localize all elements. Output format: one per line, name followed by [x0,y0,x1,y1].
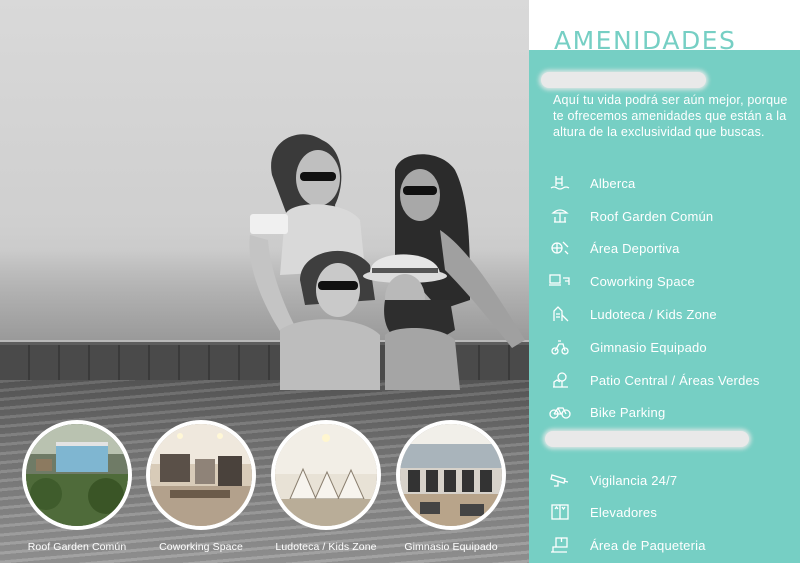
amenity-item-alberca: Alberca [549,173,799,193]
service-item-vigilancia: Vigilancia 24/7 [549,470,799,490]
elevator-icon [549,502,571,522]
pool-icon [549,173,571,193]
amenity-item-gym: Gimnasio Equipado [549,337,799,357]
panel-title: AMENIDADES [554,26,737,55]
amenity-label: Coworking Space [590,273,695,289]
sports-icon [549,238,571,258]
amenities-panel: AMENIDADES Aquí tu vida podrá ser aún me… [529,0,800,563]
amenity-label: Patio Central / Áreas Verdes [590,372,760,388]
amenity-item-area-deportiva: Área Deportiva [549,238,799,258]
amenity-label: Alberca [590,175,636,191]
amenity-label: Roof Garden Común [590,208,714,224]
bike-icon [549,402,571,422]
amenity-label: Ludoteca / Kids Zone [590,306,717,322]
coworking-icon [549,271,571,291]
redacted-subtitle [541,72,706,88]
thumbnail-coworking[interactable] [146,420,256,530]
amenity-item-roof-garden: Roof Garden Común [549,206,799,226]
amenity-label: Gimnasio Equipado [590,339,707,355]
thumbnail-label-kids-zone: Ludoteca / Kids Zone [275,541,377,553]
kids-zone-thumbnail-image [275,424,377,526]
coworking-thumbnail-image [150,424,252,526]
gym-thumbnail-image [400,424,502,526]
service-item-paqueteria: Área de Paqueteria [549,535,799,555]
gym-icon [549,337,571,357]
garden-icon [549,206,571,226]
thumbnail-label-gym: Gimnasio Equipado [404,541,498,553]
amenity-item-patio: Patio Central / Áreas Verdes [549,370,799,390]
service-label: Elevadores [590,504,658,520]
amenity-item-kids-zone: Ludoteca / Kids Zone [549,304,799,324]
amenity-item-bike-parking: Bike Parking [549,402,799,422]
security-camera-icon [549,470,571,490]
intro-text: Aquí tu vida podrá ser aún mejor, porque… [553,93,788,139]
patio-icon [549,370,571,390]
thumbnail-kids-zone[interactable] [271,420,381,530]
thumbnail-label-roof-garden: Roof Garden Común [27,541,127,553]
women-selfie-illustration [249,134,525,390]
package-icon [549,535,571,555]
amenity-label: Bike Parking [590,404,666,420]
kids-icon [549,304,571,324]
roof-garden-thumbnail-image [26,424,128,526]
service-label: Vigilancia 24/7 [590,472,678,488]
thumbnail-gym[interactable] [396,420,506,530]
service-label: Área de Paqueteria [590,537,706,553]
amenity-item-coworking: Coworking Space [549,271,799,291]
thumbnail-label-coworking: Coworking Space [159,541,243,553]
thumbnail-roof-garden[interactable] [22,420,132,530]
amenity-label: Área Deportiva [590,240,680,256]
hero-photo: Roof Garden Común Coworking Space Ludote… [0,0,529,563]
redacted-section-title [545,431,749,447]
service-item-elevadores: Elevadores [549,502,799,522]
